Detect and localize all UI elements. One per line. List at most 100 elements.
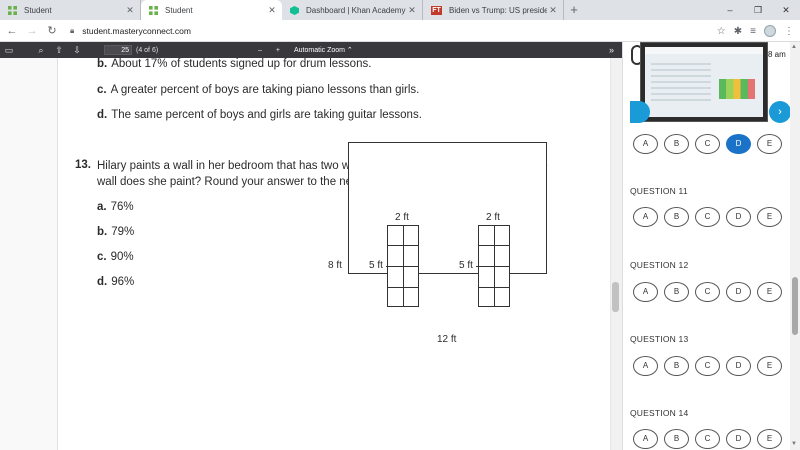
- next-question-button[interactable]: ›: [769, 101, 791, 123]
- choice-a[interactable]: A: [633, 207, 658, 227]
- close-window-button[interactable]: ✕: [772, 0, 800, 20]
- choice-b[interactable]: B: [664, 282, 689, 302]
- wall-width-label: 12 ft: [437, 334, 457, 345]
- next-page-icon[interactable]: ⇩: [68, 45, 86, 56]
- choice-b[interactable]: B: [664, 207, 689, 227]
- choice-d[interactable]: D: [726, 134, 751, 154]
- tab-khan-academy[interactable]: Dashboard | Khan Academy ✕: [282, 0, 423, 20]
- zoom-select-label: Automatic Zoom: [294, 47, 345, 54]
- choice-b[interactable]: B: [664, 356, 689, 376]
- zoom-in-button[interactable]: +: [276, 47, 280, 54]
- choice-d[interactable]: D: [726, 429, 751, 449]
- choice-e[interactable]: E: [757, 282, 782, 302]
- page-number-input[interactable]: 25: [104, 45, 132, 55]
- tab-student-2[interactable]: Student ✕: [141, 0, 282, 20]
- reload-icon[interactable]: ↻: [44, 24, 60, 37]
- choice-d[interactable]: D: [726, 282, 751, 302]
- height-tick: [476, 266, 479, 267]
- more-tools-button[interactable]: »: [609, 45, 614, 55]
- avatar[interactable]: [764, 25, 776, 37]
- pdf-scrollbar-thumb[interactable]: [612, 282, 619, 312]
- choice-text: The same percent of boys and girls are t…: [111, 109, 422, 121]
- choice-letter: b.: [97, 58, 108, 70]
- choice-text: A greater percent of boys are taking pia…: [110, 84, 420, 96]
- question-11-choices: A B C D E: [633, 207, 782, 227]
- window1-height-label: 5 ft: [369, 260, 383, 271]
- new-tab-button[interactable]: +: [564, 0, 584, 20]
- screen-share-thumbnail[interactable]: [640, 42, 768, 122]
- window2-height-label: 5 ft: [459, 260, 473, 271]
- height-tick: [386, 266, 389, 267]
- sidebar-toggle-icon[interactable]: ▭: [0, 45, 18, 56]
- choice-e[interactable]: E: [757, 207, 782, 227]
- tab-strip: Student ✕ Student ✕ Dashboard | Khan Aca…: [0, 0, 800, 20]
- answer-b: b. 79%: [97, 225, 134, 240]
- choice-c[interactable]: C: [695, 282, 720, 302]
- toolbar-actions: ☆ ✱ ≡ ⋮: [717, 20, 794, 42]
- scroll-up-icon[interactable]: ▲: [791, 44, 797, 50]
- choice-c[interactable]: C: [695, 429, 720, 449]
- choice-d[interactable]: D: [726, 207, 751, 227]
- panel-scrollbar[interactable]: [790, 42, 800, 450]
- prev-choice-c: c. A greater percent of boys are taking p…: [97, 83, 419, 98]
- pdf-scrollbar[interactable]: [610, 58, 622, 450]
- back-icon[interactable]: ←: [4, 25, 20, 37]
- thumbnail-score-grid: [719, 79, 755, 99]
- choice-e[interactable]: E: [757, 429, 782, 449]
- menu-list-icon[interactable]: ≡: [750, 26, 756, 37]
- question-12-choices: A B C D E: [633, 282, 782, 302]
- window-2: [478, 225, 510, 307]
- panel-scrollbar-thumb[interactable]: [792, 277, 798, 335]
- forward-icon[interactable]: →: [24, 25, 40, 37]
- window2-width-label: 2 ft: [486, 212, 500, 223]
- answer-c: c. 90%: [97, 250, 134, 265]
- previous-page-icon[interactable]: ⇧: [50, 45, 68, 56]
- choice-e[interactable]: E: [757, 356, 782, 376]
- chevron-updown-icon: ⌃: [346, 47, 353, 54]
- question-13-choices: A B C D E: [633, 356, 782, 376]
- close-icon[interactable]: ✕: [547, 5, 559, 16]
- choice-text: About 17% of students signed up for drum…: [111, 58, 372, 70]
- wall-height-label: 8 ft: [328, 260, 342, 271]
- mastery-icon: [8, 5, 17, 15]
- star-icon[interactable]: ☆: [717, 26, 726, 37]
- answer-letter: b.: [97, 226, 108, 238]
- choice-b[interactable]: B: [664, 429, 689, 449]
- url-text: student.masteryconnect.com: [82, 25, 191, 36]
- answer-text: 90%: [110, 251, 134, 263]
- question-13-label: QUESTION 13: [630, 334, 689, 344]
- choice-c[interactable]: C: [695, 207, 720, 227]
- window-1: [387, 225, 419, 307]
- close-icon[interactable]: ✕: [124, 5, 136, 16]
- tab-student-1[interactable]: Student ✕: [0, 0, 141, 20]
- tab-title: Student: [24, 5, 52, 15]
- search-icon[interactable]: ⌕: [32, 45, 50, 56]
- browser-toolbar: ← → ↻ 🔒︎ student.masteryconnect.com ☆ ✱ …: [0, 20, 800, 42]
- window-controls: – ❐ ✕: [716, 0, 800, 20]
- scroll-down-icon[interactable]: ▼: [791, 441, 797, 447]
- close-icon[interactable]: ✕: [406, 5, 418, 16]
- choice-b[interactable]: B: [664, 134, 689, 154]
- choice-a[interactable]: A: [633, 429, 658, 449]
- answer-letter: a.: [97, 201, 107, 213]
- zoom-out-button[interactable]: –: [258, 47, 262, 54]
- answer-text: 96%: [111, 276, 135, 288]
- choice-a[interactable]: A: [633, 134, 658, 154]
- tab-title: Biden vs Trump: US presidential e: [449, 5, 547, 15]
- minimize-button[interactable]: –: [716, 0, 744, 20]
- close-icon[interactable]: ✕: [266, 5, 278, 16]
- answer-letter: d.: [97, 276, 108, 288]
- choice-d[interactable]: D: [726, 356, 751, 376]
- choice-a[interactable]: A: [633, 282, 658, 302]
- choice-a[interactable]: A: [633, 356, 658, 376]
- tab-ft[interactable]: FT Biden vs Trump: US presidential e ✕: [423, 0, 564, 20]
- choice-e[interactable]: E: [757, 134, 782, 154]
- zoom-select[interactable]: Automatic Zoom ⌃: [294, 46, 353, 54]
- more-icon[interactable]: ⋮: [784, 26, 794, 37]
- choice-c[interactable]: C: [695, 356, 720, 376]
- address-bar[interactable]: 🔒︎ student.masteryconnect.com: [70, 26, 191, 36]
- choice-c[interactable]: C: [695, 134, 720, 154]
- question-10-choices: A B C D E: [633, 134, 782, 154]
- extensions-icon[interactable]: ✱: [734, 26, 742, 37]
- maximize-button[interactable]: ❐: [744, 0, 772, 20]
